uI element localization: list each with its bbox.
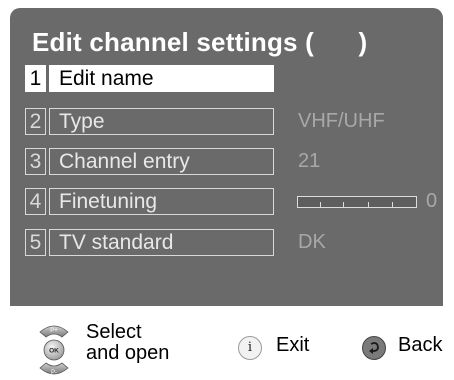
back-arrow-icon bbox=[369, 342, 379, 354]
finetuning-value: 0 bbox=[426, 190, 438, 212]
menu-item-label: Finetuning bbox=[49, 188, 274, 215]
slider-tick bbox=[343, 202, 344, 207]
menu-item-edit-name[interactable]: 1 Edit name bbox=[25, 65, 443, 92]
menu-item-finetuning[interactable]: 4 Finetuning 0 bbox=[25, 188, 443, 215]
menu-item-label: Type bbox=[49, 108, 274, 135]
menu-item-label: Channel entry bbox=[49, 148, 274, 175]
select-label-line2: and open bbox=[86, 342, 170, 364]
slider-tick bbox=[320, 202, 321, 207]
menu-item-number: 2 bbox=[25, 108, 46, 135]
exit-label: Exit bbox=[276, 334, 310, 356]
info-icon: i bbox=[238, 336, 262, 360]
navigation-keys-icon: P+ OK P- bbox=[39, 325, 69, 376]
menu-item-number: 1 bbox=[25, 65, 46, 92]
slider-tick bbox=[392, 202, 393, 207]
tv-standard-value: DK bbox=[298, 231, 326, 253]
menu-item-number: 4 bbox=[25, 188, 46, 215]
button-legend: P+ OK P- Select and open i Exit Back bbox=[0, 312, 454, 377]
page-title: Edit channel settings ( ) bbox=[32, 27, 368, 57]
menu-item-label: Edit name bbox=[49, 65, 274, 92]
back-icon bbox=[362, 336, 386, 360]
menu-item-label: TV standard bbox=[49, 229, 274, 256]
ok-key-label: OK bbox=[49, 348, 59, 355]
menu-item-type[interactable]: 2 Type VHF/UHF bbox=[25, 108, 443, 135]
menu-item-tv-standard[interactable]: 5 TV standard DK bbox=[25, 229, 443, 256]
type-value: VHF/UHF bbox=[298, 110, 385, 132]
finetuning-slider[interactable] bbox=[297, 196, 417, 208]
slider-tick bbox=[368, 202, 369, 207]
menu-item-number: 5 bbox=[25, 229, 46, 256]
p-plus-key-label: P+ bbox=[50, 328, 58, 334]
back-label: Back bbox=[398, 334, 443, 356]
osd-panel: Edit channel settings ( ) 1 Edit name 2 … bbox=[10, 8, 443, 306]
menu-item-channel-entry[interactable]: 3 Channel entry 21 bbox=[25, 148, 443, 175]
menu-item-number: 3 bbox=[25, 148, 46, 175]
select-and-open-label: Select and open bbox=[86, 322, 169, 364]
p-minus-key-label: P- bbox=[51, 370, 57, 376]
channel-entry-value: 21 bbox=[298, 150, 321, 172]
select-label-line1: Select bbox=[86, 321, 142, 343]
